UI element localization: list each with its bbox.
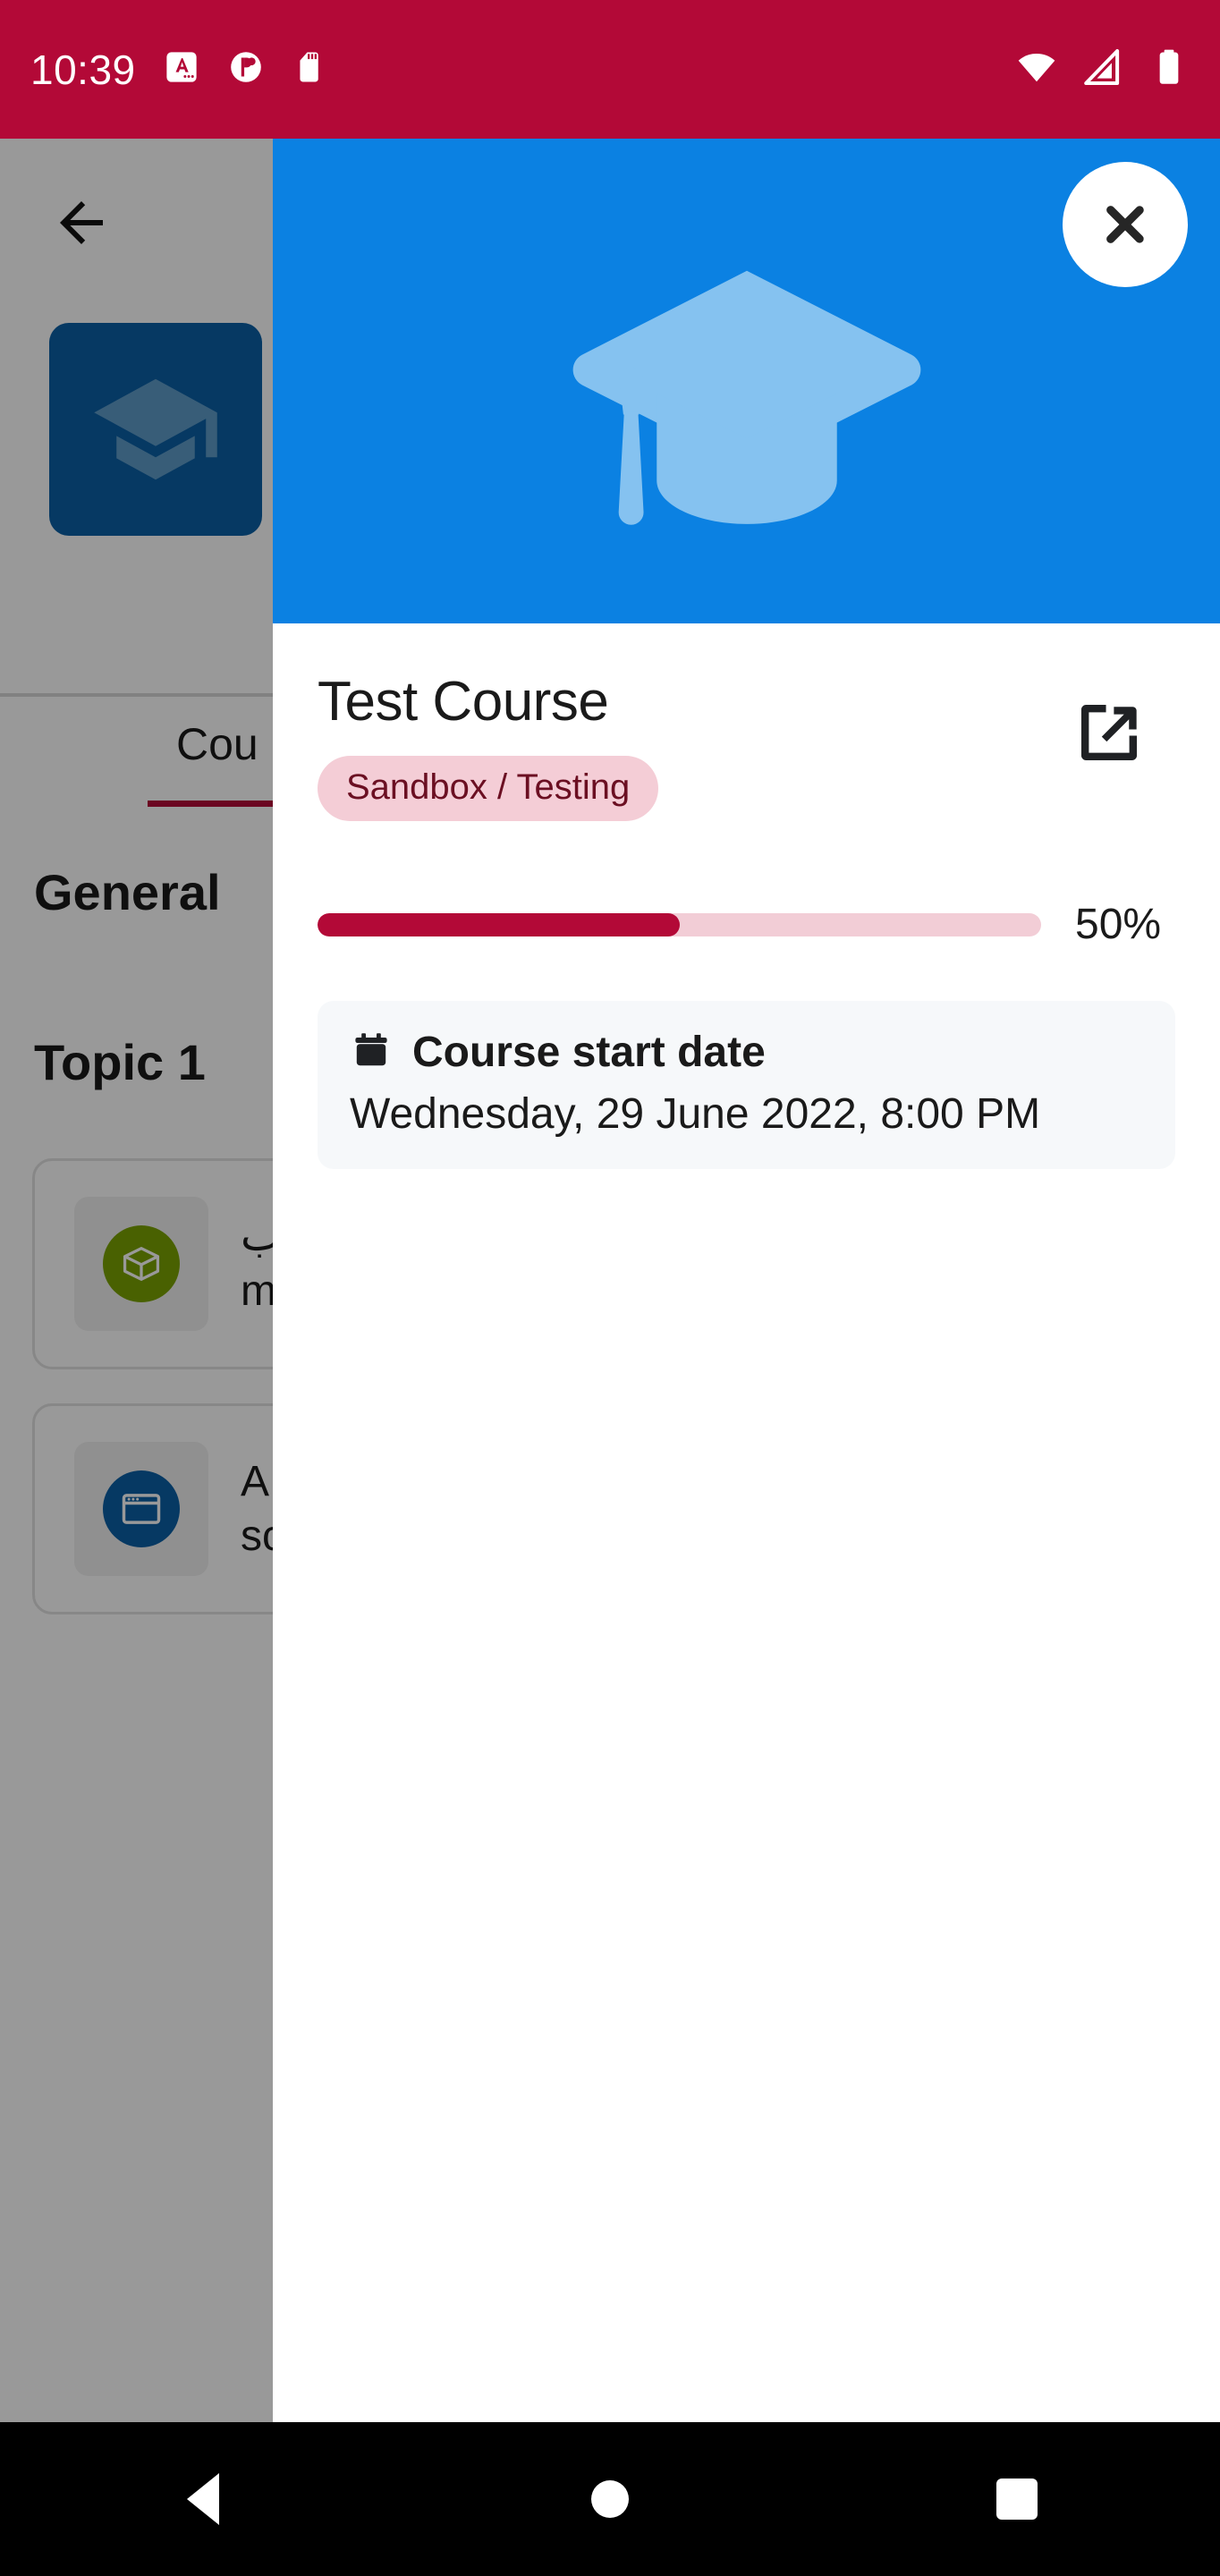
progress-bar-track (318, 912, 1041, 936)
progress-percent-label: 50% (1075, 901, 1162, 949)
close-icon (1106, 206, 1144, 243)
course-start-date-header: Course start date (350, 1028, 1143, 1077)
course-start-date-card: Course start date Wednesday, 29 June 202… (318, 1001, 1175, 1170)
open-in-browser-button[interactable] (1066, 690, 1152, 775)
modal-title-block: Test Course Sandbox / Testing (318, 671, 659, 822)
nav-home-button[interactable] (543, 2432, 677, 2566)
square-recents-icon (995, 2479, 1038, 2520)
battery-icon (1148, 47, 1190, 92)
cellular-signal-icon (1082, 47, 1123, 92)
sd-card-icon (292, 48, 329, 90)
category-badge: Sandbox / Testing (318, 756, 659, 822)
keyboard-language-icon (163, 48, 200, 90)
wifi-icon (1016, 47, 1057, 92)
calendar-icon (350, 1029, 393, 1076)
progress-bar-fill (318, 912, 680, 936)
course-start-date-value: Wednesday, 29 June 2022, 8:00 PM (350, 1090, 1041, 1139)
modal-title-row: Test Course Sandbox / Testing (318, 671, 1175, 822)
status-bar-left: 10:39 (30, 48, 1016, 90)
status-bar-right (1016, 47, 1190, 92)
course-title: Test Course (318, 671, 609, 733)
course-progress: 50% (318, 900, 1175, 949)
modal-header-banner (273, 139, 1220, 623)
nav-recents-button[interactable] (950, 2432, 1084, 2566)
status-bar: 10:39 (0, 0, 1220, 139)
close-button[interactable] (1063, 162, 1188, 287)
modal-content-sheet: Test Course Sandbox / Testing 50% Course… (273, 623, 1220, 2422)
android-navigation-bar (0, 2422, 1220, 2576)
nav-back-button[interactable] (136, 2432, 270, 2566)
external-link-icon (1080, 704, 1138, 761)
do-not-disturb-icon (227, 48, 265, 90)
course-summary-modal: Test Course Sandbox / Testing 50% Course… (273, 139, 1220, 2422)
graduation-cap-icon (559, 252, 935, 552)
course-start-date-title: Course start date (412, 1029, 766, 1077)
triangle-back-icon (187, 2473, 220, 2525)
phone-screen: Cou General Topic 1 ةب m (0, 0, 1220, 2576)
status-clock: 10:39 (30, 46, 136, 93)
circle-home-icon (590, 2480, 629, 2518)
